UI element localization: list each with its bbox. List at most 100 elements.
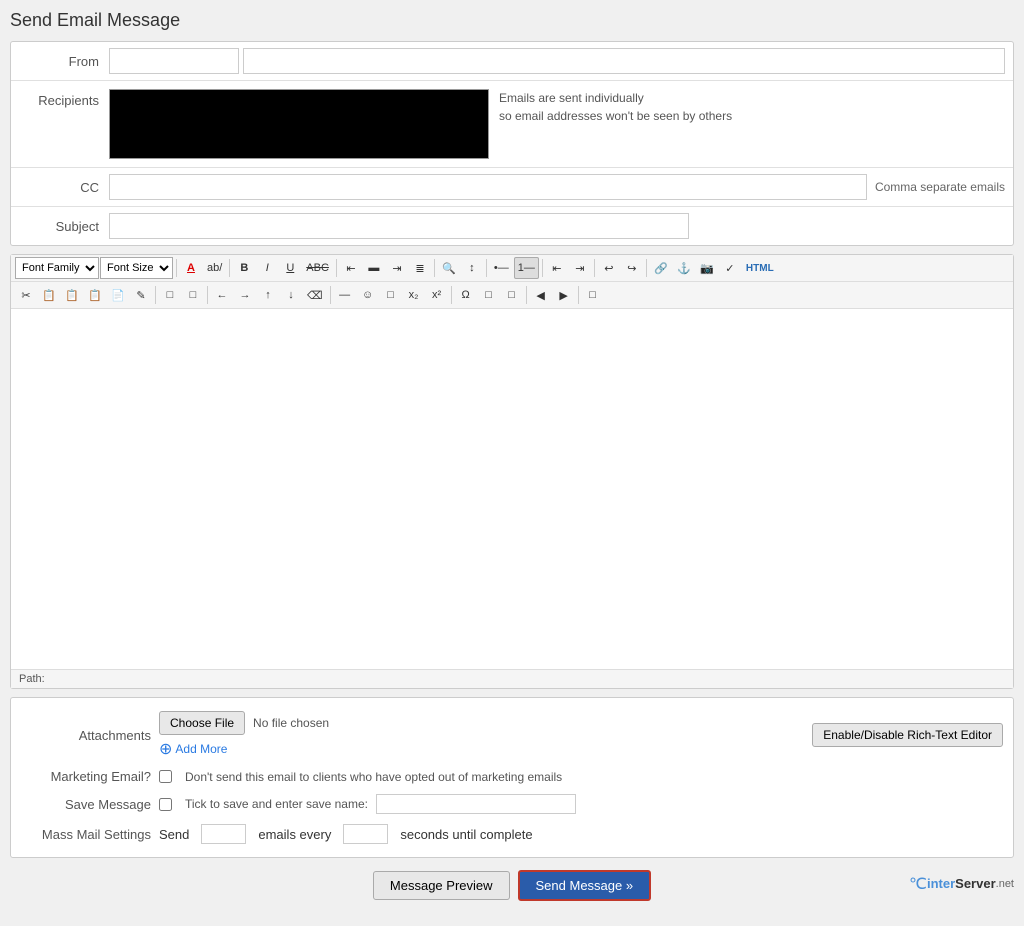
- form-btn[interactable]: □: [159, 284, 181, 306]
- copy-btn[interactable]: 📋: [38, 284, 60, 306]
- attachments-row: Attachments Choose File No file chosen ⊕…: [21, 706, 1003, 764]
- font-size-select[interactable]: Font Size: [100, 257, 173, 279]
- from-inputs: [109, 48, 1005, 74]
- italic-btn[interactable]: I: [256, 257, 278, 279]
- logo-suffix: .net: [996, 878, 1014, 890]
- save-message-input[interactable]: [376, 794, 576, 814]
- editor-container: Font Family Font Size A ab/ B I U ABC ⇤ …: [10, 254, 1014, 689]
- align-justify-btn[interactable]: ≣: [409, 257, 431, 279]
- paste-word-btn[interactable]: 📄: [107, 284, 129, 306]
- choose-file-btn[interactable]: Choose File: [159, 711, 245, 735]
- send-count-input[interactable]: 25: [201, 824, 246, 844]
- smiley-btn[interactable]: ☺: [357, 284, 379, 306]
- every-seconds-input[interactable]: 30: [343, 824, 388, 844]
- marketing-text: Don't send this email to clients who hav…: [185, 770, 562, 784]
- unordered-list-btn[interactable]: •―: [490, 257, 513, 279]
- marketing-checkbox[interactable]: [159, 770, 172, 783]
- editor-path: Path:: [11, 669, 1013, 688]
- font-family-select[interactable]: Font Family: [15, 257, 99, 279]
- from-input-1[interactable]: [109, 48, 239, 74]
- logo-server: Server: [955, 876, 995, 891]
- spellcheck-btn[interactable]: ✓: [719, 257, 741, 279]
- undo-btn[interactable]: ↩: [598, 257, 620, 279]
- tb-sep-r2-5: [526, 286, 527, 304]
- seconds-label: seconds until complete: [400, 827, 532, 842]
- recipients-area: Emails are sent individually so email ad…: [109, 89, 1005, 159]
- logo-icon: ℃: [909, 874, 927, 894]
- tb-sep-6: [542, 259, 543, 277]
- add-more-icon: ⊕: [159, 739, 172, 759]
- save-message-label: Save Message: [21, 797, 151, 812]
- ordered-list-btn[interactable]: 1―: [514, 257, 539, 279]
- tb-sep-2: [229, 259, 230, 277]
- find-btn[interactable]: 🔍: [438, 257, 460, 279]
- subject-input[interactable]: [109, 213, 689, 239]
- align-center-btn[interactable]: ▬: [363, 257, 385, 279]
- logo-text: inter: [927, 876, 955, 891]
- add-more-link[interactable]: ⊕ Add More: [159, 739, 329, 759]
- align-right-btn[interactable]: ⇥: [386, 257, 408, 279]
- cc-label: CC: [19, 180, 109, 195]
- paste-text-btn[interactable]: 📋: [84, 284, 106, 306]
- indent-btn[interactable]: ⇥: [569, 257, 591, 279]
- find-replace-btn[interactable]: ↕: [461, 257, 483, 279]
- tb-sep-4: [434, 259, 435, 277]
- subscript-btn[interactable]: x₂: [403, 284, 425, 306]
- tb-sep-7: [594, 259, 595, 277]
- omega-btn[interactable]: Ω: [455, 284, 477, 306]
- save-message-checkbox[interactable]: [159, 798, 172, 811]
- html-btn[interactable]: HTML: [742, 257, 778, 279]
- align-left-btn[interactable]: ⇤: [340, 257, 362, 279]
- right-arrow-btn[interactable]: →: [234, 284, 256, 306]
- up-arrow-btn[interactable]: ↑: [257, 284, 279, 306]
- tb-sep-r2-6: [578, 286, 579, 304]
- tb-sep-5: [486, 259, 487, 277]
- preview-btn[interactable]: Message Preview: [373, 871, 510, 900]
- anchor-btn[interactable]: ⚓: [673, 257, 695, 279]
- cut-btn[interactable]: ✂: [15, 284, 37, 306]
- cc-row: CC Comma separate emails: [11, 168, 1013, 207]
- hr-btn[interactable]: —: [334, 284, 356, 306]
- from-row: From: [11, 42, 1013, 81]
- tb-sep-8: [646, 259, 647, 277]
- enable-rte-btn[interactable]: Enable/Disable Rich-Text Editor: [812, 723, 1003, 747]
- bold-btn[interactable]: B: [233, 257, 255, 279]
- highlight-btn[interactable]: ab/: [203, 257, 226, 279]
- recipients-textarea[interactable]: [109, 89, 489, 159]
- no-file-text: No file chosen: [253, 716, 329, 730]
- settings-container: Attachments Choose File No file chosen ⊕…: [10, 697, 1014, 858]
- insert-media-btn[interactable]: □: [478, 284, 500, 306]
- tb-sep-r2-1: [155, 286, 156, 304]
- prev-btn[interactable]: ◀: [530, 284, 552, 306]
- from-label: From: [19, 54, 109, 69]
- remove-format-btn[interactable]: □: [501, 284, 523, 306]
- superscript-btn[interactable]: x²: [426, 284, 448, 306]
- underline-btn[interactable]: U: [279, 257, 301, 279]
- delete-btn[interactable]: ⌫: [303, 284, 327, 306]
- special-char-btn[interactable]: □: [380, 284, 402, 306]
- send-btn[interactable]: Send Message »: [518, 870, 652, 901]
- editor-body[interactable]: [11, 309, 1013, 669]
- block-btn[interactable]: □: [582, 284, 604, 306]
- strikethrough-btn[interactable]: ABC: [302, 257, 333, 279]
- down-arrow-btn[interactable]: ↓: [280, 284, 302, 306]
- outdent-btn[interactable]: ⇤: [546, 257, 568, 279]
- subject-row: Subject: [11, 207, 1013, 245]
- logo-area: ℃ interServer.net: [909, 874, 1014, 894]
- recipients-label: Recipients: [19, 89, 109, 108]
- cc-hint: Comma separate emails: [875, 180, 1005, 194]
- table-btn[interactable]: □: [182, 284, 204, 306]
- from-input-2[interactable]: [243, 48, 1005, 74]
- insert-image-btn[interactable]: 📷: [696, 257, 718, 279]
- toolbar-row-1: Font Family Font Size A ab/ B I U ABC ⇤ …: [11, 255, 1013, 282]
- redo-btn[interactable]: ↪: [621, 257, 643, 279]
- cc-input[interactable]: [109, 174, 867, 200]
- edit-btn[interactable]: ✎: [130, 284, 152, 306]
- font-color-btn[interactable]: A: [180, 257, 202, 279]
- left-arrow-btn[interactable]: ←: [211, 284, 233, 306]
- paste-btn[interactable]: 📋: [61, 284, 83, 306]
- save-message-text: Tick to save and enter save name:: [185, 797, 368, 811]
- attachments-label: Attachments: [21, 728, 151, 743]
- next-btn[interactable]: ▶: [553, 284, 575, 306]
- insert-link-btn[interactable]: 🔗: [650, 257, 672, 279]
